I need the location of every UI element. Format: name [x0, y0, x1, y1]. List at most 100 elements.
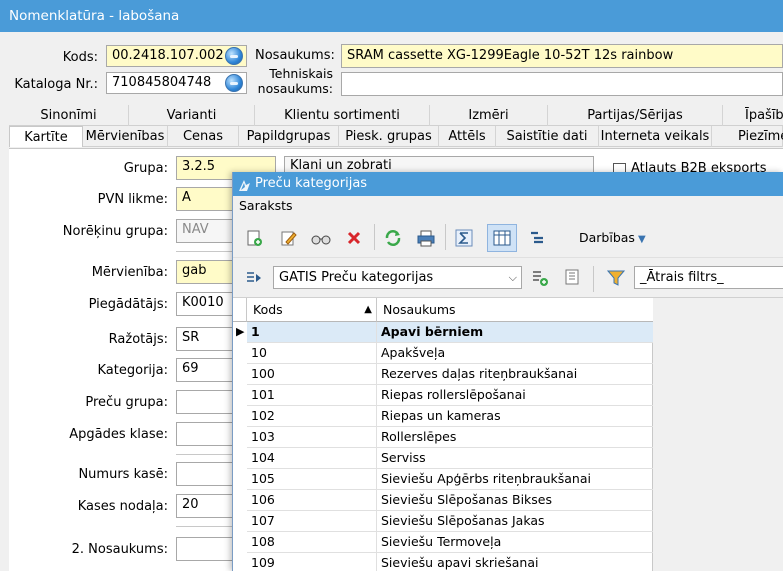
- piegadatajs-field[interactable]: K0010: [176, 292, 236, 316]
- nos2-field[interactable]: [176, 537, 236, 561]
- view-select-value: GATIS Preču kategorijas: [279, 270, 434, 285]
- table-row[interactable]: 10 Apakšveļa: [233, 343, 653, 364]
- razotajs-field[interactable]: SR: [176, 327, 236, 351]
- cell-kods: 100: [247, 364, 377, 385]
- cell-kods: 107: [247, 511, 377, 532]
- tab-attels[interactable]: Attēls: [439, 126, 496, 147]
- table-row[interactable]: 100 Rezerves daļas riteņbraukšanai: [233, 364, 653, 385]
- precu-grupa-field[interactable]: [176, 390, 236, 414]
- table-row[interactable]: 105 Sieviešu Apģērbs riteņbraukšanai: [233, 469, 653, 490]
- view-select[interactable]: GATIS Preču kategorijas ⌵: [273, 266, 522, 289]
- razotajs-label: Ražotājs:: [108, 332, 168, 347]
- table-row[interactable]: 102 Riepas un kameras: [233, 406, 653, 427]
- dialog-menubar: Saraksts: [233, 196, 783, 216]
- tab-sinonimi[interactable]: Sinonīmi: [9, 105, 129, 126]
- pvn-label: PVN likme:: [97, 192, 168, 207]
- app-icon: [238, 177, 251, 191]
- pvn-field[interactable]: A: [176, 187, 236, 211]
- table-row[interactable]: 109 Sieviešu apavi skriešanai: [233, 553, 653, 571]
- precu-grupa-label: Preču grupa:: [85, 395, 168, 410]
- tab-partijas[interactable]: Partijas/Sērijas: [548, 105, 723, 126]
- table-row[interactable]: 106 Sieviešu Slēpošanas Bikses: [233, 490, 653, 511]
- tab-ipasibas[interactable]: Īpašīb: [723, 105, 783, 126]
- separator: [374, 224, 375, 250]
- cell-nosaukums: Rollerslēpes: [377, 427, 653, 448]
- tab-saistitie-dati[interactable]: Saistītie dati: [496, 126, 599, 147]
- tab-klientu-sortimenti[interactable]: Klientu sortimenti: [255, 105, 430, 126]
- table-row[interactable]: 104 Serviss: [233, 448, 653, 469]
- tab-izmeri[interactable]: Izmēri: [430, 105, 548, 126]
- refresh-icon[interactable]: [384, 229, 402, 247]
- kases-field[interactable]: 20: [176, 494, 236, 518]
- quick-filter-input[interactable]: _Ātrais filtrs_: [634, 266, 783, 289]
- table-row[interactable]: 101 Riepas rollerslēpošanai: [233, 385, 653, 406]
- norekinu-field[interactable]: NAV: [176, 219, 236, 243]
- cell-nosaukums: Sieviešu apavi skriešanai: [377, 553, 653, 571]
- column-header-nosaukums[interactable]: Nosaukums: [377, 298, 653, 322]
- table-row[interactable]: ▶ 1 Apavi bērniem: [233, 322, 653, 343]
- tehniskais-field[interactable]: [341, 72, 783, 96]
- kods-label: Kods:: [62, 50, 98, 65]
- cell-kods: 10: [247, 343, 377, 364]
- column-header-kods[interactable]: Kods ▲: [247, 298, 377, 322]
- chevron-down-icon: ▼: [637, 234, 646, 245]
- cell-nosaukums: Sieviešu Slēpošanas Jakas: [377, 511, 653, 532]
- actions-label: Darbības: [579, 230, 635, 245]
- cell-kods: 108: [247, 532, 377, 553]
- divider: [176, 526, 232, 527]
- numurs-field[interactable]: [176, 462, 236, 486]
- new-record-icon[interactable]: [245, 229, 263, 247]
- tab-piezime[interactable]: Piezīme: [712, 126, 783, 147]
- cell-kods: 101: [247, 385, 377, 406]
- mervieniba-field[interactable]: gab: [176, 260, 236, 284]
- cell-nosaukums: Riepas un kameras: [377, 406, 653, 427]
- globe-icon[interactable]: [225, 47, 243, 65]
- menu-saraksts[interactable]: Saraksts: [239, 198, 293, 213]
- view-select-icon[interactable]: [245, 270, 263, 286]
- cell-nosaukums: Rezerves daļas riteņbraukšanai: [377, 364, 653, 385]
- dialog-title-text: Preču kategorijas: [255, 176, 368, 191]
- tab-papildgrupas[interactable]: Papildgrupas: [239, 126, 339, 147]
- table-row[interactable]: 103 Rollerslēpes: [233, 427, 653, 448]
- cell-kods: 1: [247, 322, 377, 343]
- tree-icon[interactable]: [529, 230, 545, 246]
- window-title: Nomenklatūra - labošana: [0, 0, 783, 32]
- separator: [593, 266, 594, 292]
- filter-icon[interactable]: [607, 269, 625, 287]
- nosaukums-field[interactable]: SRAM cassette XG-1299Eagle 10-52T 12s ra…: [341, 44, 783, 68]
- list-icon[interactable]: [563, 269, 581, 285]
- print-icon[interactable]: [417, 229, 435, 247]
- cell-nosaukums: Apakšveļa: [377, 343, 653, 364]
- kases-label: Kases nodaļa:: [77, 499, 168, 514]
- cell-nosaukums: Sieviešu Termoveļa: [377, 532, 653, 553]
- cell-nosaukums: Sieviešu Slēpošanas Bikses: [377, 490, 653, 511]
- mervieniba-label: Mērvienība:: [91, 265, 168, 280]
- apgades-field[interactable]: [176, 422, 236, 446]
- tab-piesk-grupas[interactable]: Piesk. grupas: [339, 126, 439, 147]
- cell-kods: 102: [247, 406, 377, 427]
- kategorija-label: Kategorija:: [97, 363, 168, 378]
- view-icon[interactable]: [311, 230, 331, 246]
- tab-varianti[interactable]: Varianti: [129, 105, 255, 126]
- add-view-icon[interactable]: [531, 269, 549, 287]
- table-row[interactable]: 108 Sieviešu Termoveļa: [233, 532, 653, 553]
- sort-ascending-icon: ▲: [364, 304, 372, 315]
- cell-nosaukums: Sieviešu Apģērbs riteņbraukšanai: [377, 469, 653, 490]
- edit-icon[interactable]: [280, 229, 298, 247]
- piegadatajs-label: Piegādātājs:: [88, 297, 168, 312]
- globe-icon[interactable]: [225, 74, 243, 92]
- tab-interneta-veikals[interactable]: Interneta veikals: [599, 126, 712, 147]
- kategorija-field[interactable]: 69: [176, 358, 236, 382]
- table-row[interactable]: 107 Sieviešu Slēpošanas Jakas: [233, 511, 653, 532]
- actions-menu[interactable]: Darbības ▼: [579, 230, 646, 248]
- delete-icon[interactable]: [346, 230, 362, 246]
- row-indicator-header: [233, 298, 247, 322]
- grupa-label: Grupa:: [123, 161, 168, 176]
- column-header-kods-label: Kods: [253, 302, 283, 317]
- tab-cenas[interactable]: Cenas: [168, 126, 239, 147]
- tab-kartite[interactable]: Kartīte: [9, 126, 83, 147]
- nos2-label: 2. Nosaukums:: [71, 542, 168, 557]
- tab-mervienibas[interactable]: Mērvienības: [83, 126, 168, 147]
- sum-icon[interactable]: [455, 229, 473, 247]
- apgades-label: Apgādes klase:: [69, 427, 168, 442]
